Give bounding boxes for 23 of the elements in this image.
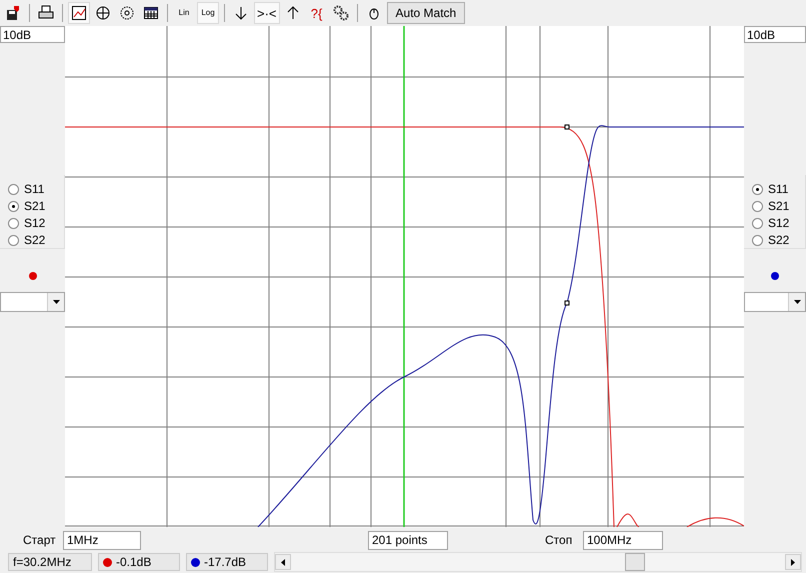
frequency-readout: f=30.2MHz [8,553,92,571]
level-readout: -0.1dB [98,553,180,571]
start-field[interactable]: 1MHz [63,530,141,550]
radio-label: S12 [24,216,46,230]
radio-label: S11 [24,182,44,196]
scale-button[interactable]: Lin [173,2,195,24]
points-field[interactable]: 201 points [368,530,448,550]
radio-label: S21 [24,199,46,213]
radio-label: S11 [768,182,788,196]
help-button[interactable]: ?{ [306,2,328,24]
stop-field[interactable]: 100MHz [583,530,663,550]
scale-field[interactable]: 10dB [0,26,65,43]
radio-label: S12 [768,216,790,230]
radio-label: S22 [24,233,46,247]
radio-label: S21 [768,199,790,213]
level-readout: -17.7dB [186,553,268,571]
start-label: Старт [23,533,57,547]
scale-field[interactable]: 10dB [744,26,806,43]
auto-match-button[interactable]: Auto Match [386,2,466,24]
scale-button[interactable]: Log [197,2,219,24]
stop-label: Стоп [545,533,574,547]
radio-label: S22 [768,233,790,247]
zoom-button[interactable]: >·< [254,2,280,24]
